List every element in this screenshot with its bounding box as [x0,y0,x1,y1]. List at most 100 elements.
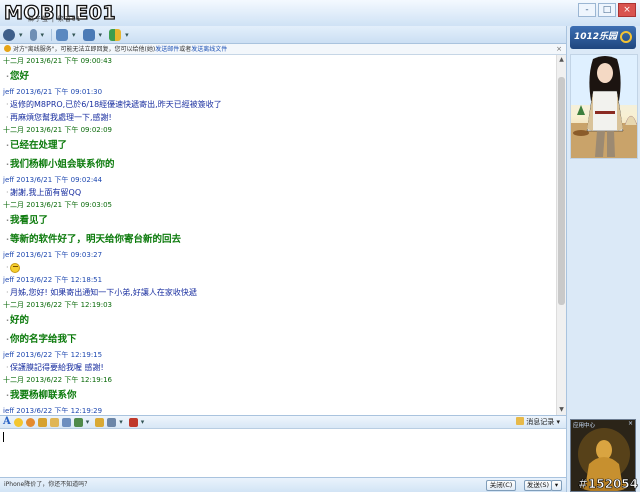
message-header: jeff 2013/6/21 下午 09:02:44 [3,176,103,184]
message-line: 保護膜記得要給我喔 感謝! [10,363,104,372]
message-text: · 我们杨柳小姐会联系你的 [0,155,556,174]
bullet-icon: · [6,216,10,225]
promo-banner[interactable]: 1012乐园 [570,26,636,49]
watermark: #152054 [577,477,639,492]
history-icon [516,417,525,425]
close-chat-button[interactable]: 关闭(C) [486,480,516,491]
chat-scrollbar[interactable]: ▲ ▼ [556,55,566,415]
bullet-icon: · [6,72,10,81]
screen-share-icon[interactable] [82,28,95,41]
offline-notice: 对方"离线服务"，可能无法立即回复，您可以给他(她)发送邮件或者发送离线文件 × [0,44,566,55]
scroll-up-icon[interactable]: ▲ [557,55,566,65]
message-line: 你的名字给我下 [10,334,77,345]
message-line: 再麻煩您幫我處理一下,感謝! [10,113,112,122]
chevron-down-icon[interactable]: ▾ [141,418,145,426]
scroll-down-icon[interactable]: ▼ [557,405,566,415]
bullet-icon: · [6,141,10,150]
info-icon [4,45,11,52]
message-line: 我看见了 [10,215,49,226]
bullet-icon: · [6,160,10,169]
message-text: · 等新的软件好了，明天给你寄台新的回去 [0,230,556,249]
mic-icon[interactable] [29,28,37,41]
message-line: 我要杨柳联系你 [10,390,77,401]
shake-icon[interactable] [37,417,47,427]
chat-window: MOBILE01 蘇子瑩 | 繁書01 - □ × ▾ ▾ ▾ ▾ ▾ 对方"离… [0,0,640,492]
message-line: 已经在处理了 [10,140,68,151]
message-text: · 再麻煩您幫我處理一下,感謝! [0,111,556,124]
gift-icon[interactable] [128,417,138,427]
message-text: · 您好 [0,67,556,86]
screenshot-icon[interactable] [73,417,83,427]
close-window-button[interactable]: × [618,3,636,17]
avatar-figure-icon [571,55,637,158]
message-line: 返修的M8PRO,已於6/18經優速快遞寄出,昨天已經被簽收了 [10,100,222,109]
ad-link[interactable]: iPhone降价了，你还不知道吗？ [4,478,90,492]
app-center-close-icon[interactable]: × [628,420,633,427]
message-header: jeff 2013/6/21 下午 09:01:30 [3,88,103,96]
font-icon[interactable]: A [3,417,11,427]
message-header: 十二月 2013/6/21 下午 09:02:09 [3,126,113,134]
emoji-icon[interactable] [13,417,23,427]
message-header: jeff 2013/6/21 下午 09:03:27 [3,251,103,259]
message-header: 十二月 2013/6/21 下午 09:03:05 [3,201,113,209]
image-icon[interactable] [61,417,71,427]
folder-icon[interactable] [56,28,69,41]
avatar-show[interactable] [570,54,638,159]
minimize-button[interactable]: - [578,3,596,17]
window-controls: - □ × [578,3,636,17]
more-tools-icon[interactable] [107,417,117,427]
chevron-down-icon[interactable]: ▾ [19,31,23,39]
message-text: · 你的名字给我下 [0,330,556,349]
bottom-bar: iPhone降价了，你还不知道吗？ 关闭(C) 发送(S) ▾ [0,477,566,492]
send-email-link[interactable]: 发送邮件 [155,46,179,53]
notice-text: 对方"离线服务"，可能无法立即回复，您可以给他(她) [13,46,156,53]
text-cursor [3,432,4,442]
bullet-icon: · [6,288,9,297]
scrollbar-thumb[interactable] [558,77,565,305]
chevron-down-icon[interactable]: ▾ [125,31,129,39]
promo-text: 1012乐园 [574,32,618,42]
location-icon[interactable] [3,28,15,41]
bullet-icon: · [6,113,9,122]
message-text: · 返修的M8PRO,已於6/18經優速快遞寄出,昨天已經被簽收了 [0,98,556,111]
chevron-down-icon[interactable]: ▾ [119,418,123,426]
message-line: 好的 [10,315,30,326]
send-offline-file-link[interactable]: 发送离线文件 [191,46,227,53]
bullet-icon: · [6,235,10,244]
notice-close-icon[interactable]: × [556,44,562,54]
toolbar-divider [51,28,53,41]
message-line: 謝謝,我上面有留QQ [10,188,82,197]
sticker-icon[interactable] [25,417,35,427]
message-history-button[interactable]: 消息记录 ▾ [516,417,560,428]
main-toolbar: ▾ ▾ ▾ ▾ ▾ [0,26,640,44]
send-options-button[interactable]: ▾ [551,480,562,491]
message-header: 十二月 2013/6/22 下午 12:19:03 [3,301,113,309]
chevron-down-icon[interactable]: ▾ [72,31,76,39]
maximize-button[interactable]: □ [598,3,616,17]
chevron-down-icon[interactable]: ▾ [99,31,103,39]
music-icon[interactable] [95,417,105,427]
message-text: · 保護膜記得要給我喔 感謝! [0,361,556,374]
message-list: 十二月 2013/6/21 下午 09:00:43 · 您好 jeff 2013/6/… [0,55,556,413]
send-button[interactable]: 发送(S) [524,480,552,491]
bullet-icon: · [6,263,9,272]
message-text: · [0,261,556,274]
message-header: jeff 2013/6/22 下午 12:19:15 [3,351,103,359]
bullet-icon: · [6,100,9,109]
message-text: · 月姊,您好! 如果寄出通知一下小弟,好讓人在家收快遞 [0,286,556,299]
side-blank-area [570,166,638,416]
message-text: · 我要杨柳联系你 [0,386,556,405]
message-header-partial: jeff 2013/6/22 下午 12:19:29 [3,407,103,413]
chat-log: 十二月 2013/6/21 下午 09:00:43 · 您好 jeff 2013/6/… [0,55,566,415]
message-input[interactable] [0,429,566,477]
apps-icon[interactable] [109,28,122,41]
side-panel: 1012乐园 应用中心 × [566,26,640,492]
app-center-title: 应用中心 [573,423,596,429]
title-bar: MOBILE01 蘇子瑩 | 繁書01 - □ × [0,0,640,26]
chevron-down-icon[interactable]: ▾ [86,418,90,426]
contact-name: 蘇子瑩 | 繁書01 [28,16,82,23]
message-header: jeff 2013/6/22 下午 12:18:51 [3,276,103,284]
voice-message-icon[interactable] [49,417,59,427]
bullet-icon: · [6,391,10,400]
chevron-down-icon[interactable]: ▾ [41,31,45,39]
